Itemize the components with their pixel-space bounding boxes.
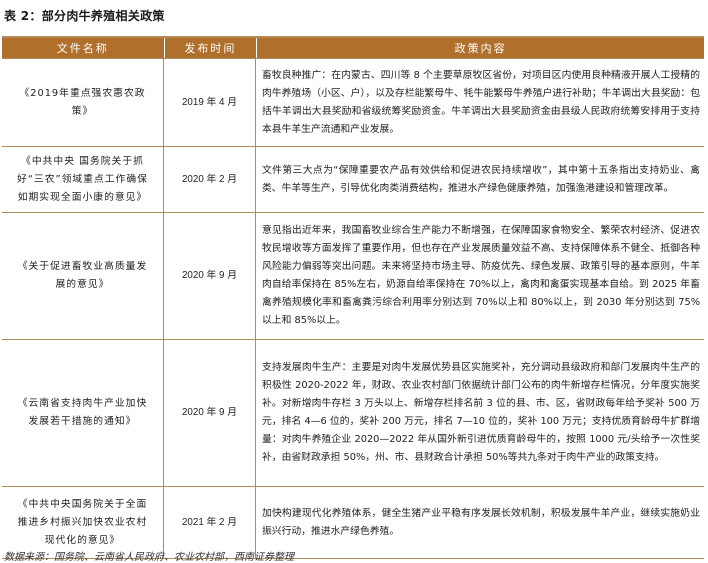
header-file-name: 文件名称 [2, 38, 165, 58]
row-publish-date: 2019 年 4 月 [164, 59, 256, 146]
data-source-note: 数据来源：国务院、云南省人民政府、农业农村部，西南证券整理 [4, 552, 294, 563]
row-publish-date: 2020 年 9 月 [164, 213, 256, 339]
row-policy-content: 加快构建现代化养殖体系，健全生猪产业平稳有序发展长效机制，积极发展牛羊产业，继续… [262, 507, 700, 537]
table-title: 表 2：部分肉牛养殖相关政策 [4, 9, 165, 23]
row-policy-content: 文件第三大点为“保障重要农产品有效供给和促进农民持续增收”，其中第十五条指出支持… [262, 164, 700, 194]
table-header: 文件名称 发布时间 政策内容 [2, 38, 704, 59]
row-policy-content: 畜牧良种推广：在内蒙古、四川等 8 个主要草原牧区省份，对项目区内使用良种精液开… [262, 69, 700, 135]
row-publish-date: 2020 年 9 月 [164, 340, 256, 486]
row-publish-date: 2020 年 2 月 [164, 147, 256, 212]
table-row: 《云南省支持肉牛产业加快发展若干措施的通知》 2020 年 9 月 支持发展肉牛… [2, 340, 704, 487]
table-row: 《关于促进畜牧业高质量发展的意见》 2020 年 9 月 意见指出近年来，我国畜… [2, 213, 704, 340]
row-file-name: 《2019年重点强农惠农政策》 [2, 59, 164, 146]
row-file-name: 《关于促进畜牧业高质量发展的意见》 [2, 213, 164, 339]
header-policy-content: 政策内容 [454, 42, 507, 55]
row-file-name: 《中共中央 国务院关于抓好“三农”领域重点工作确保如期实现全面小康的意见》 [2, 147, 164, 212]
row-policy-content: 支持发展肉牛生产：主要是对肉牛发展优势县区实施奖补，充分调动县级政府和部门发展肉… [262, 362, 700, 463]
row-policy-content: 意见指出近年来，我国畜牧业综合生产能力不断增强，在保障国家食物安全、繁荣农村经济… [262, 225, 700, 326]
header-publish-date: 发布时间 [165, 38, 258, 58]
row-file-name: 《云南省支持肉牛产业加快发展若干措施的通知》 [2, 340, 164, 486]
table-row: 《中共中央 国务院关于抓好“三农”领域重点工作确保如期实现全面小康的意见》 20… [2, 147, 704, 213]
policy-table: 文件名称 发布时间 政策内容 《2019年重点强农惠农政策》 2019 年 4 … [2, 36, 704, 559]
table-row: 《2019年重点强农惠农政策》 2019 年 4 月 畜牧良种推广：在内蒙古、四… [2, 59, 704, 147]
